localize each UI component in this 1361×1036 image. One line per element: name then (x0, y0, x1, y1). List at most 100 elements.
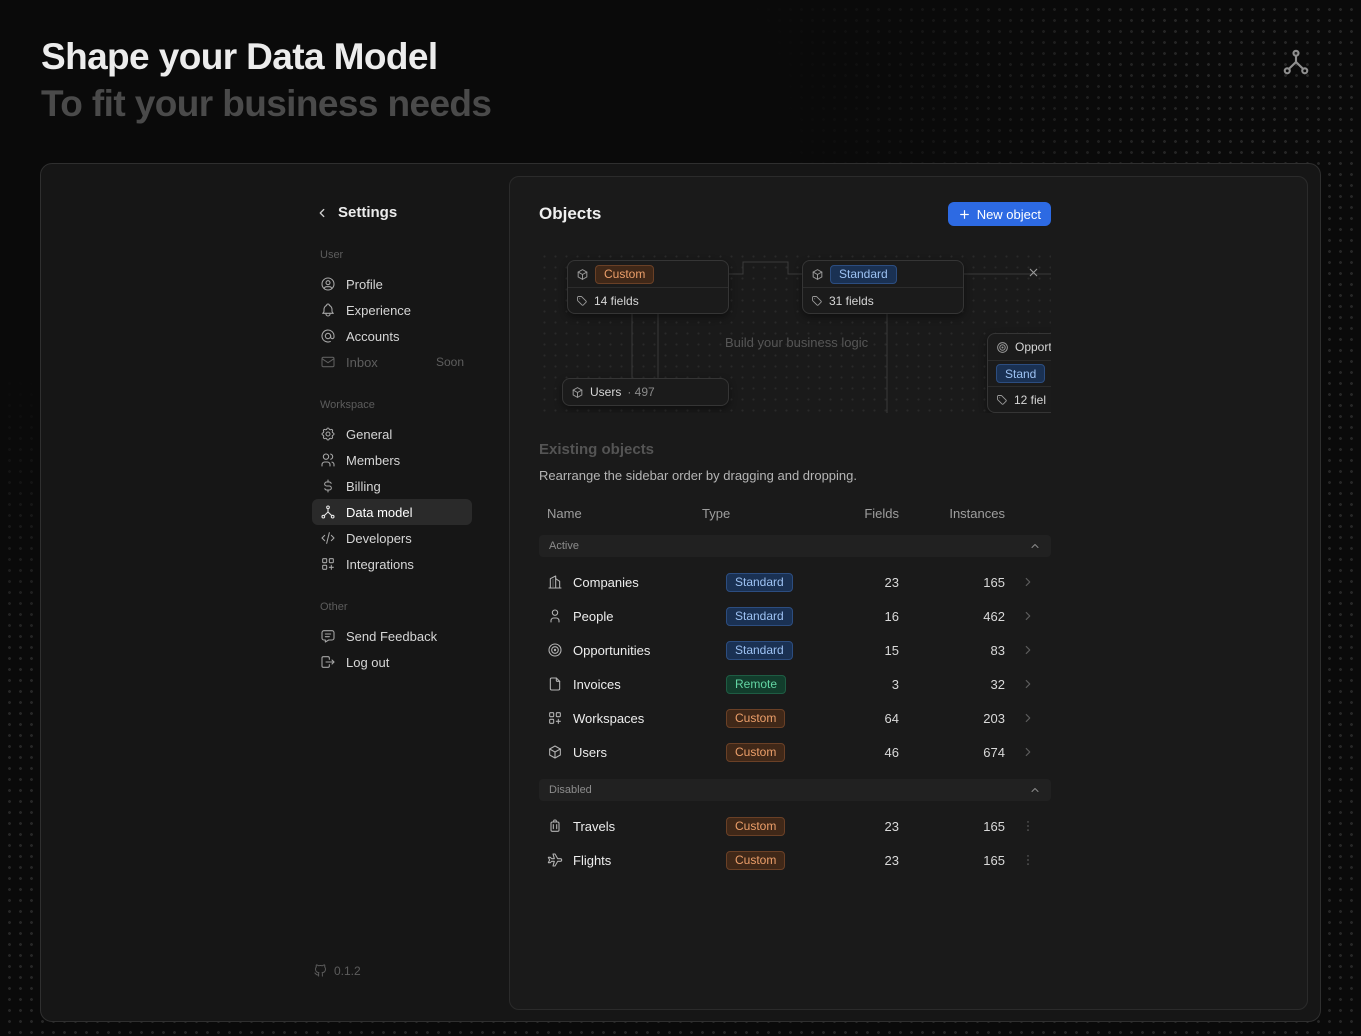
plane-icon (547, 852, 563, 868)
section-label-user: User (312, 249, 472, 261)
sidebar-section-user: User Profile Experience Accounts Inbox S… (312, 249, 472, 375)
target-icon (547, 642, 563, 658)
close-icon[interactable] (1027, 266, 1040, 279)
tag-icon (996, 394, 1008, 406)
canvas-caption: Build your business logic (725, 335, 868, 350)
dots-vertical-icon[interactable] (1021, 853, 1035, 867)
settings-panel: Settings User Profile Experience Account… (40, 163, 1321, 1022)
plus-icon (958, 208, 971, 221)
table-header: Name Type Fields Instances (539, 495, 1051, 531)
mail-icon (320, 354, 336, 370)
bell-icon (320, 302, 336, 318)
column-name: Name (539, 506, 702, 521)
sidebar-item-send-feedback[interactable]: Send Feedback (312, 623, 472, 649)
table-row-flights[interactable]: Flights Custom 23 165 (539, 843, 1051, 877)
user-circle-icon (320, 276, 336, 292)
page-title: Shape your Data Model (41, 36, 438, 78)
chevron-right-icon[interactable] (1021, 711, 1035, 725)
objects-title: Objects (539, 204, 601, 224)
page-subtitle: To fit your business needs (41, 83, 491, 125)
users-icon (320, 452, 336, 468)
chevron-right-icon[interactable] (1021, 609, 1035, 623)
canvas-node-standard[interactable]: Standard 31 fields (802, 260, 964, 314)
type-badge: Custom (726, 743, 785, 762)
data-model-canvas[interactable]: Custom 14 fields Standard 31 fields (539, 251, 1051, 413)
type-badge: Remote (726, 675, 786, 694)
dollar-icon (320, 478, 336, 494)
table-row-users[interactable]: Users Custom 46 674 (539, 735, 1051, 769)
sidebar-item-inbox[interactable]: Inbox Soon (312, 349, 472, 375)
objects-table: Name Type Fields Instances Active Compan… (539, 495, 1051, 877)
box-icon (547, 744, 563, 760)
table-row-companies[interactable]: Companies Standard 23 165 (539, 565, 1051, 599)
chevron-right-icon[interactable] (1021, 677, 1035, 691)
instance-count: · 497 (627, 385, 654, 399)
type-badge: Standard (726, 573, 793, 592)
hierarchy-icon (320, 504, 336, 520)
apps-icon (547, 710, 563, 726)
objects-card: Objects New object Custom (509, 176, 1308, 1010)
chevron-right-icon[interactable] (1021, 575, 1035, 589)
building-icon (547, 574, 563, 590)
table-row-workspaces[interactable]: Workspaces Custom 64 203 (539, 701, 1051, 735)
canvas-node-users[interactable]: Users · 497 (562, 378, 729, 406)
standard-badge: Stand (996, 364, 1045, 383)
github-icon (313, 963, 328, 978)
settings-back-label: Settings (338, 204, 397, 221)
table-row-travels[interactable]: Travels Custom 23 165 (539, 809, 1051, 843)
type-badge: Standard (726, 607, 793, 626)
standard-badge: Standard (830, 265, 897, 284)
code-icon (320, 530, 336, 546)
settings-sidebar: Settings User Profile Experience Account… (312, 204, 472, 675)
sidebar-item-billing[interactable]: Billing (312, 473, 472, 499)
section-label-other: Other (312, 601, 472, 613)
chevron-right-icon[interactable] (1021, 643, 1035, 657)
section-label-workspace: Workspace (312, 399, 472, 411)
target-icon (996, 341, 1009, 354)
canvas-node-opportunities[interactable]: Opportu Stand 12 fiel (987, 333, 1051, 413)
existing-objects-title: Existing objects (539, 441, 1051, 458)
data-model-hero-icon (1281, 47, 1311, 77)
column-instances: Instances (899, 506, 1005, 521)
type-badge: Custom (726, 817, 785, 836)
user-icon (547, 608, 563, 624)
column-type: Type (702, 506, 832, 521)
sidebar-item-profile[interactable]: Profile (312, 271, 472, 297)
new-object-button[interactable]: New object (948, 202, 1051, 226)
box-icon (571, 386, 584, 399)
dots-vertical-icon[interactable] (1021, 819, 1035, 833)
group-header-active[interactable]: Active (539, 535, 1051, 557)
sidebar-item-experience[interactable]: Experience (312, 297, 472, 323)
type-badge: Standard (726, 641, 793, 660)
box-icon (576, 268, 589, 281)
group-header-disabled[interactable]: Disabled (539, 779, 1051, 801)
app-version: 0.1.2 (313, 963, 361, 978)
sidebar-item-integrations[interactable]: Integrations (312, 551, 472, 577)
table-row-opportunities[interactable]: Opportunities Standard 15 83 (539, 633, 1051, 667)
gear-icon (320, 426, 336, 442)
chevron-up-icon (1029, 784, 1041, 796)
chevron-right-icon[interactable] (1021, 745, 1035, 759)
apps-icon (320, 556, 336, 572)
sidebar-section-other: Other Send Feedback Log out (312, 601, 472, 675)
sidebar-item-data-model[interactable]: Data model (312, 499, 472, 525)
version-number: 0.1.2 (334, 964, 361, 978)
sidebar-section-workspace: Workspace General Members Billing Data m… (312, 399, 472, 577)
tag-icon (576, 295, 588, 307)
file-icon (547, 676, 563, 692)
existing-objects-subtitle: Rearrange the sidebar order by dragging … (539, 468, 1051, 483)
table-row-people[interactable]: People Standard 16 462 (539, 599, 1051, 633)
sidebar-item-developers[interactable]: Developers (312, 525, 472, 551)
sidebar-item-members[interactable]: Members (312, 447, 472, 473)
tag-icon (811, 295, 823, 307)
custom-badge: Custom (595, 265, 654, 284)
table-row-invoices[interactable]: Invoices Remote 3 32 (539, 667, 1051, 701)
sidebar-item-log-out[interactable]: Log out (312, 649, 472, 675)
sidebar-item-accounts[interactable]: Accounts (312, 323, 472, 349)
chevron-left-icon (315, 206, 329, 220)
canvas-node-custom[interactable]: Custom 14 fields (567, 260, 729, 314)
sidebar-item-general[interactable]: General (312, 421, 472, 447)
chevron-up-icon (1029, 540, 1041, 552)
settings-back-button[interactable]: Settings (312, 204, 472, 221)
luggage-icon (547, 818, 563, 834)
